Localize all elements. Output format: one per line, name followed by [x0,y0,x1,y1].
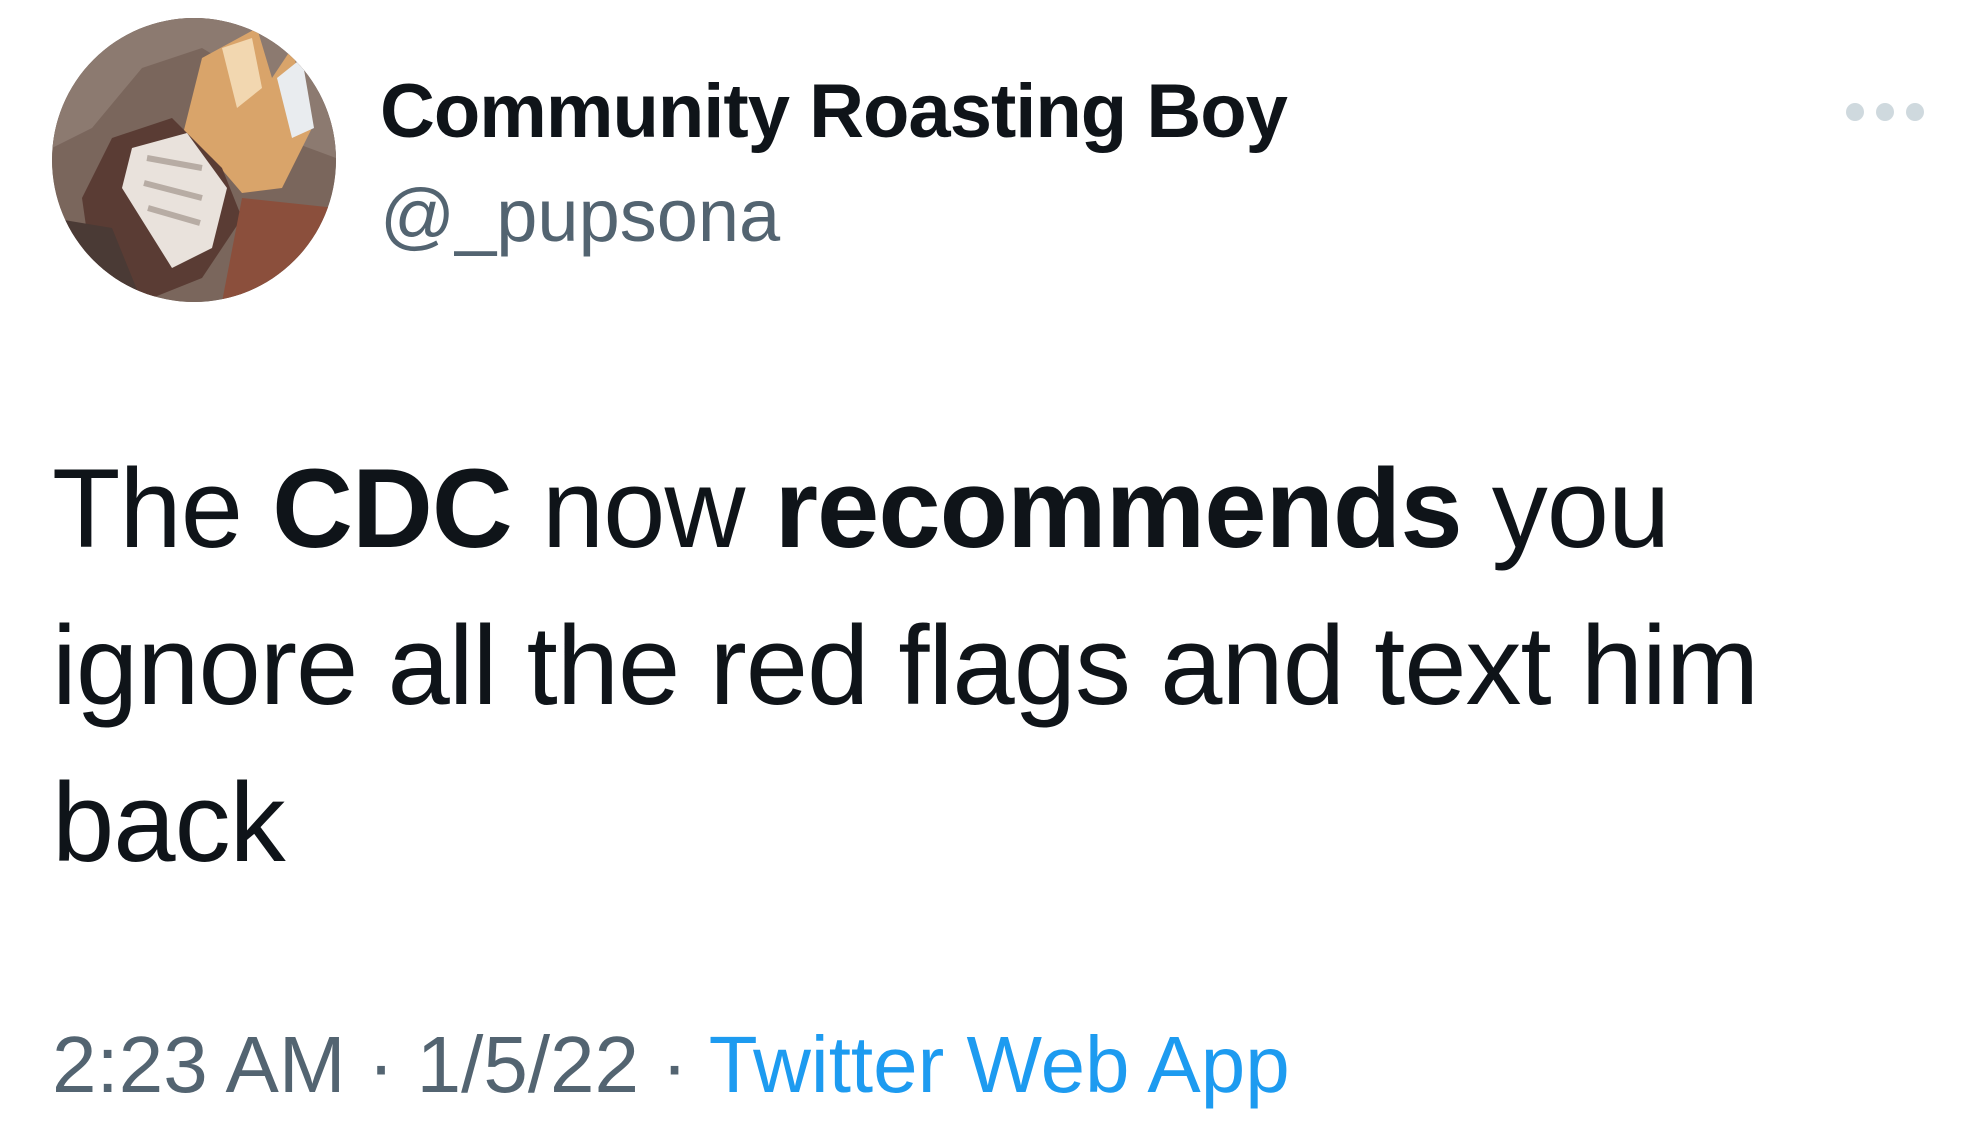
tweet-date[interactable]: 1/5/22 [417,1020,639,1109]
avatar-image [52,18,336,302]
tweet-text: The CDC now recommends you ignore all th… [52,430,1942,901]
display-name[interactable]: Community Roasting Boy [380,58,1288,166]
tweet-metadata: 2:23 AM · 1/5/22 · Twitter Web App [52,1010,1290,1120]
more-options-icon[interactable] [1842,92,1928,132]
tweet-text-segment: The [52,446,273,571]
meta-separator: · [345,1020,417,1109]
tweet-text-bold-recommends: recommends [774,446,1462,571]
tweet-time[interactable]: 2:23 AM [52,1020,346,1109]
tweet-card: Community Roasting Boy @_pupsona The CDC… [0,0,1976,1125]
tweet-text-segment: now [511,446,775,571]
tweet-source-link[interactable]: Twitter Web App [709,1020,1290,1109]
author-info: Community Roasting Boy @_pupsona [380,58,1288,266]
username-handle[interactable]: @_pupsona [380,166,1287,266]
avatar[interactable] [52,18,336,302]
meta-separator: · [639,1020,709,1109]
tweet-text-bold-cdc: CDC [272,446,513,571]
